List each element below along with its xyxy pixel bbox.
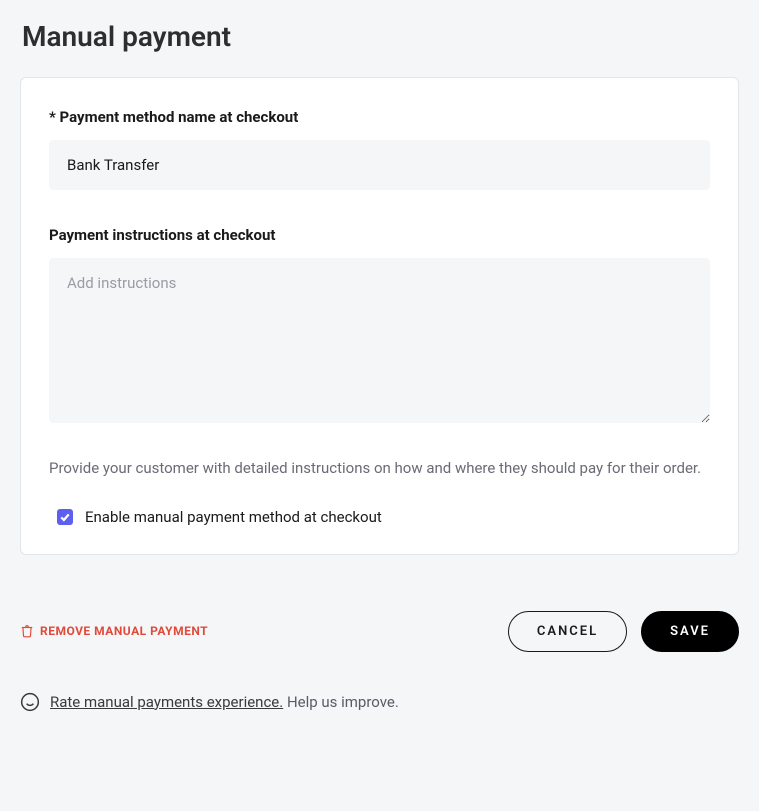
feedback-tail: Help us improve. <box>283 693 399 711</box>
trash-icon <box>20 624 34 638</box>
enable-checkbox[interactable] <box>57 509 73 525</box>
enable-checkbox-label[interactable]: Enable manual payment method at checkout <box>85 508 382 526</box>
name-label: * Payment method name at checkout <box>49 108 710 126</box>
feedback-link[interactable]: Rate manual payments experience. <box>50 693 283 711</box>
page-title: Manual payment <box>20 20 739 53</box>
check-icon <box>59 511 71 523</box>
enable-checkbox-row: Enable manual payment method at checkout <box>49 508 710 526</box>
actions-row: Remove manual payment Cancel Save <box>20 611 739 652</box>
instructions-textarea[interactable] <box>49 258 710 423</box>
save-button[interactable]: Save <box>641 611 739 652</box>
remove-payment-button[interactable]: Remove manual payment <box>20 624 208 638</box>
button-group: Cancel Save <box>508 611 739 652</box>
instructions-help-text: Provide your customer with detailed inst… <box>49 457 710 480</box>
feedback-row: Rate manual payments experience. Help us… <box>20 692 739 712</box>
remove-payment-label: Remove manual payment <box>40 624 208 638</box>
cancel-button[interactable]: Cancel <box>508 611 627 652</box>
name-field-group: * Payment method name at checkout <box>49 108 710 190</box>
payment-name-input[interactable] <box>49 140 710 190</box>
instructions-field-group: Payment instructions at checkout Provide… <box>49 226 710 480</box>
feedback-text: Rate manual payments experience. Help us… <box>50 693 399 711</box>
instructions-label: Payment instructions at checkout <box>49 226 710 244</box>
form-card: * Payment method name at checkout Paymen… <box>20 77 739 555</box>
smile-icon <box>20 692 40 712</box>
